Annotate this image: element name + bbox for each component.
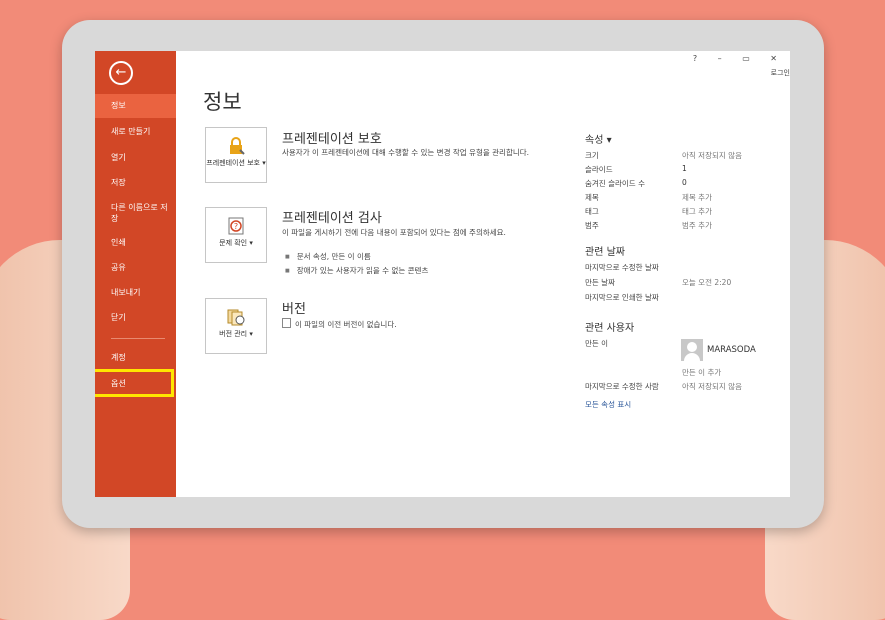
- prop-row-category: 범주 범주 추가: [585, 220, 785, 232]
- last-modified-by-value: 아직 저장되지 않음: [682, 382, 742, 391]
- login-link[interactable]: 로그인: [771, 68, 790, 78]
- add-category-field[interactable]: 범주 추가: [682, 220, 712, 231]
- sidebar-item-new[interactable]: 새로 만들기: [95, 126, 176, 137]
- date-row-modified: 마지막으로 수정한 날짜: [585, 262, 785, 274]
- prop-key: 크기: [585, 151, 599, 160]
- sidebar-item-share[interactable]: 공유: [95, 262, 176, 273]
- lock-icon: [230, 137, 245, 155]
- add-title-field[interactable]: 제목 추가: [682, 192, 712, 203]
- version-history-icon: [227, 309, 245, 326]
- sidebar-item-info[interactable]: 정보: [95, 94, 176, 118]
- sidebar-item-account[interactable]: 계정: [95, 352, 176, 363]
- options-highlight-box: [95, 369, 174, 397]
- sidebar-item-save-as[interactable]: 다른 이름으로 저장: [95, 202, 176, 224]
- prop-value: 1: [682, 164, 687, 173]
- author-avatar: [681, 339, 703, 361]
- manage-versions-label: 버전 관리 ▾: [219, 330, 253, 338]
- date-key: 만든 날짜: [585, 278, 615, 287]
- date-row-printed: 마지막으로 인쇄한 날짜: [585, 292, 785, 304]
- sidebar-item-print[interactable]: 인쇄: [95, 237, 176, 248]
- prop-row-hidden-slides: 숨겨진 슬라이드 수 0: [585, 178, 785, 190]
- sidebar-item-save[interactable]: 저장: [95, 177, 176, 188]
- date-value: 오늘 오전 2:20: [682, 278, 732, 287]
- protect-section-title: 프레젠테이션 보호: [282, 132, 382, 147]
- backstage-sidebar: ← 정보 새로 만들기 열기 저장 다른 이름으로 저장 인쇄 공유 내보내기 …: [95, 51, 176, 497]
- inspect-document-icon: ?: [228, 217, 244, 235]
- sidebar-item-open[interactable]: 열기: [95, 152, 176, 163]
- versions-section-desc: 이 파일의 이전 버전이 없습니다.: [282, 318, 397, 330]
- last-modified-by-row: 마지막으로 수정한 사람 아직 저장되지 않음: [585, 381, 785, 393]
- prop-key: 숨겨진 슬라이드 수: [585, 179, 645, 188]
- check-issues-button[interactable]: ? 문제 확인 ▾: [205, 207, 267, 263]
- prop-value: 아직 저장되지 않음: [682, 151, 742, 160]
- prop-row-slides: 슬라이드 1: [585, 164, 785, 176]
- prop-key: 제목: [585, 193, 599, 202]
- date-key: 마지막으로 수정한 날짜: [585, 263, 659, 272]
- window-controls[interactable]: ? – ▭ ✕: [693, 54, 786, 63]
- prop-value: 0: [682, 178, 687, 187]
- prop-key: 슬라이드: [585, 165, 613, 174]
- related-people-header: 관련 사용자: [585, 323, 635, 334]
- backstage-screen: ← 정보 새로 만들기 열기 저장 다른 이름으로 저장 인쇄 공유 내보내기 …: [95, 51, 790, 497]
- show-all-properties-link[interactable]: 모든 속성 표시: [585, 399, 631, 410]
- date-key: 마지막으로 인쇄한 날짜: [585, 293, 659, 302]
- prop-key: 태그: [585, 207, 599, 216]
- inspect-bullet-2: 장애가 있는 사용자가 읽을 수 없는 콘텐츠: [285, 265, 429, 276]
- versions-desc-text: 이 파일의 이전 버전이 없습니다.: [295, 320, 397, 329]
- check-issues-label: 문제 확인 ▾: [219, 239, 253, 247]
- add-author-link[interactable]: 만든 이 추가: [682, 367, 721, 378]
- prop-row-title: 제목 제목 추가: [585, 192, 785, 204]
- prop-row-tags: 태그 태그 추가: [585, 206, 785, 218]
- inspect-section-desc: 이 파일을 게시하기 전에 다음 내용이 포함되어 있다는 점에 주의하세요.: [282, 228, 506, 237]
- sidebar-item-export[interactable]: 내보내기: [95, 287, 176, 298]
- related-dates-header: 관련 날짜: [585, 247, 625, 258]
- prop-key: 범주: [585, 221, 599, 230]
- page-title: 정보: [203, 90, 242, 114]
- date-row-created: 만든 날짜 오늘 오전 2:20: [585, 277, 785, 289]
- properties-header[interactable]: 속성 ▾: [585, 131, 612, 146]
- prop-row-size: 크기 아직 저장되지 않음: [585, 150, 785, 162]
- manage-versions-button[interactable]: 버전 관리 ▾: [205, 298, 267, 354]
- protect-button-label: 프레젠테이션 보호 ▾: [206, 159, 266, 167]
- protect-presentation-button[interactable]: 프레젠테이션 보호 ▾: [205, 127, 267, 183]
- protect-section-desc: 사용자가 이 프레젠테이션에 대해 수행할 수 있는 변경 작업 유형을 관리합…: [282, 148, 530, 157]
- author-name: MARASODA: [707, 345, 756, 355]
- versions-section-title: 버전: [282, 302, 306, 317]
- inspect-section-title: 프레젠테이션 검사: [282, 211, 382, 226]
- inspect-bullet-1: 문서 속성, 만든 이 이름: [285, 251, 371, 262]
- add-tag-field[interactable]: 태그 추가: [682, 206, 712, 217]
- author-label: 만든 이: [585, 339, 609, 348]
- document-icon: [282, 318, 291, 328]
- sidebar-item-close[interactable]: 닫기: [95, 312, 176, 323]
- back-arrow-icon[interactable]: ←: [109, 61, 133, 85]
- last-modified-by-label: 마지막으로 수정한 사람: [585, 382, 659, 391]
- svg-text:?: ?: [234, 222, 238, 231]
- sidebar-divider: [111, 338, 165, 339]
